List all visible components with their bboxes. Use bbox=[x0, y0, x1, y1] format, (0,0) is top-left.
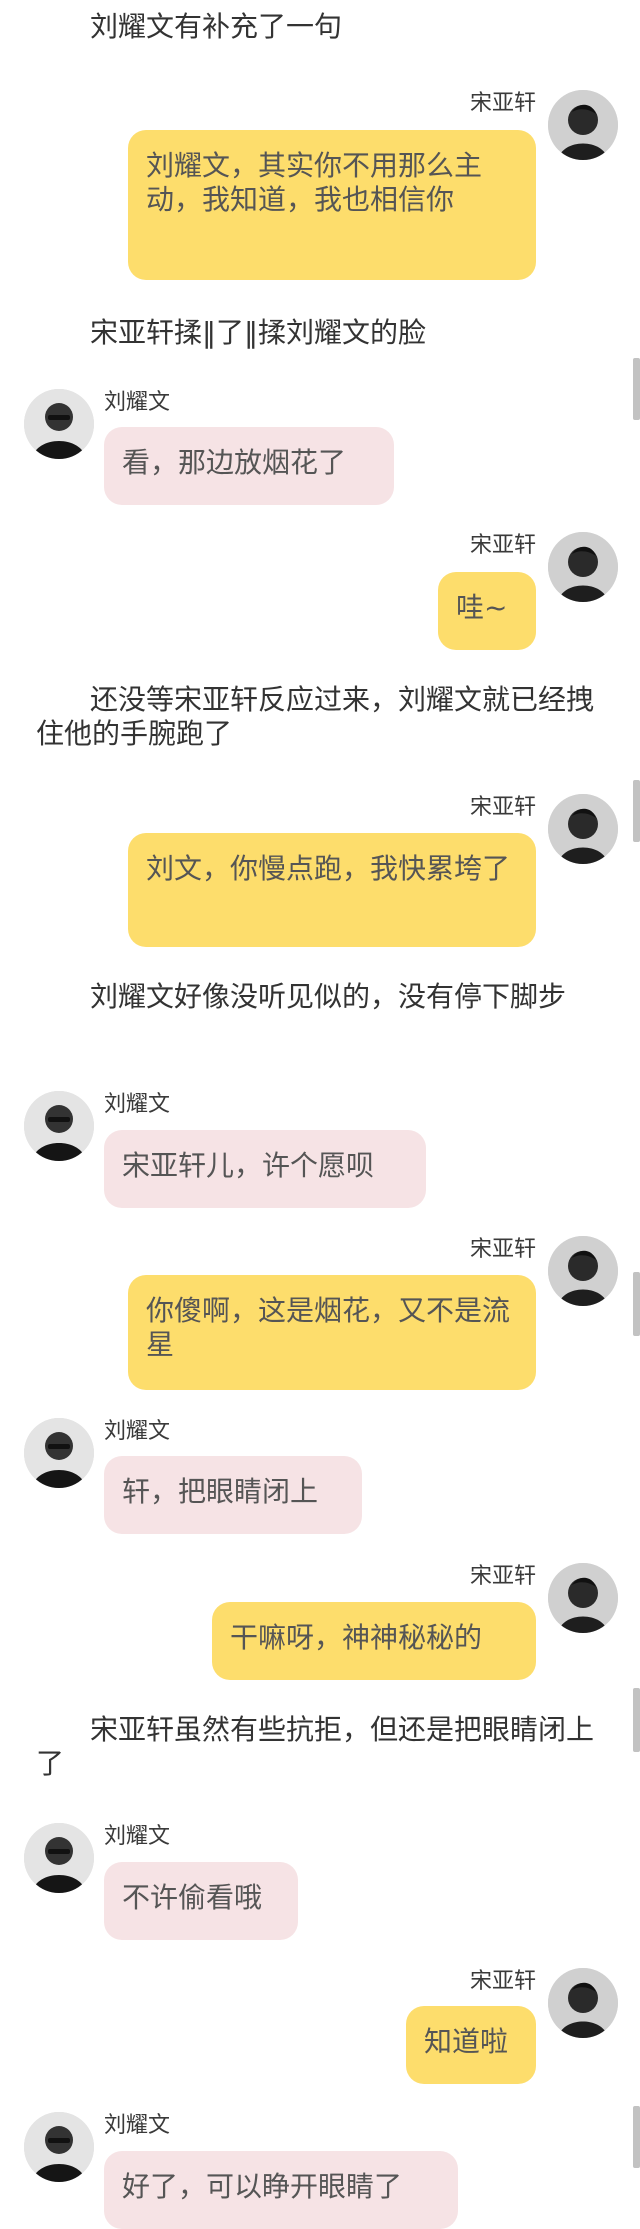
sender-name: 刘耀文 bbox=[104, 1824, 171, 1849]
message-bubble-right[interactable]: 干嘛呀，神神秘秘的 bbox=[212, 1602, 536, 1680]
sender-name: 刘耀文 bbox=[104, 2113, 171, 2138]
sender-name: 宋亚轩 bbox=[469, 533, 536, 558]
avatar-songyaxuan-icon[interactable] bbox=[548, 90, 618, 160]
message-bubble-right[interactable]: 哇~ bbox=[438, 572, 536, 650]
avatar-liuyaowen-icon[interactable] bbox=[24, 389, 94, 459]
avatar-songyaxuan-icon[interactable] bbox=[548, 1968, 618, 2038]
scroll-indicator[interactable] bbox=[633, 358, 640, 420]
sender-name: 刘耀文 bbox=[104, 1092, 171, 1117]
message-bubble-left[interactable]: 宋亚轩儿，许个愿呗 bbox=[104, 1130, 426, 1208]
message-bubble-left[interactable]: 不许偷看哦 bbox=[104, 1862, 298, 1940]
sender-name: 宋亚轩 bbox=[469, 1969, 536, 1994]
sender-name: 宋亚轩 bbox=[469, 1564, 536, 1589]
sender-name: 宋亚轩 bbox=[469, 795, 536, 820]
narration-text: 还没等宋亚轩反应过来，刘耀文就已经拽住他的手腕跑了 bbox=[36, 683, 595, 750]
scroll-indicator[interactable] bbox=[633, 780, 640, 842]
message-bubble-left[interactable]: 看，那边放烟花了 bbox=[104, 427, 394, 505]
sender-name: 刘耀文 bbox=[104, 1419, 171, 1444]
message-bubble-left[interactable]: 好了，可以睁开眼睛了 bbox=[104, 2151, 458, 2229]
avatar-songyaxuan-icon[interactable] bbox=[548, 1236, 618, 1306]
message-bubble-right[interactable]: 刘耀文，其实你不用那么主动，我知道，我也相信你 bbox=[128, 130, 536, 280]
sender-name: 宋亚轩 bbox=[469, 1237, 536, 1262]
message-bubble-left[interactable]: 轩，把眼睛闭上 bbox=[104, 1456, 362, 1534]
chat-feed: 刘耀文有补充了一句 宋亚轩 刘耀文，其实你不用那么主动，我知道，我也相信你 宋亚… bbox=[0, 0, 640, 2229]
scroll-indicator[interactable] bbox=[633, 2106, 640, 2168]
message-bubble-right[interactable]: 你傻啊，这是烟花，又不是流星 bbox=[128, 1275, 536, 1390]
narration-text: 宋亚轩揉‖了‖揉刘耀文的脸 bbox=[90, 316, 427, 349]
avatar-songyaxuan-icon[interactable] bbox=[548, 794, 618, 864]
scroll-indicator[interactable] bbox=[633, 1688, 640, 1752]
sender-name: 宋亚轩 bbox=[469, 91, 536, 116]
avatar-liuyaowen-icon[interactable] bbox=[24, 1091, 94, 1161]
scroll-indicator[interactable] bbox=[633, 1272, 640, 1336]
message-bubble-right[interactable]: 刘文，你慢点跑，我快累垮了 bbox=[128, 833, 536, 947]
avatar-songyaxuan-icon[interactable] bbox=[548, 1563, 618, 1633]
avatar-songyaxuan-icon[interactable] bbox=[548, 532, 618, 602]
narration-text: 刘耀文有补充了一句 bbox=[90, 10, 343, 43]
avatar-liuyaowen-icon[interactable] bbox=[24, 1823, 94, 1893]
narration-text: 宋亚轩虽然有些抗拒，但还是把眼睛闭上了 bbox=[36, 1713, 595, 1780]
avatar-liuyaowen-icon[interactable] bbox=[24, 2112, 94, 2182]
message-bubble-right[interactable]: 知道啦 bbox=[406, 2006, 536, 2084]
sender-name: 刘耀文 bbox=[104, 390, 171, 415]
narration-text: 刘耀文好像没听见似的，没有停下脚步 bbox=[90, 980, 567, 1013]
avatar-liuyaowen-icon[interactable] bbox=[24, 1418, 94, 1488]
